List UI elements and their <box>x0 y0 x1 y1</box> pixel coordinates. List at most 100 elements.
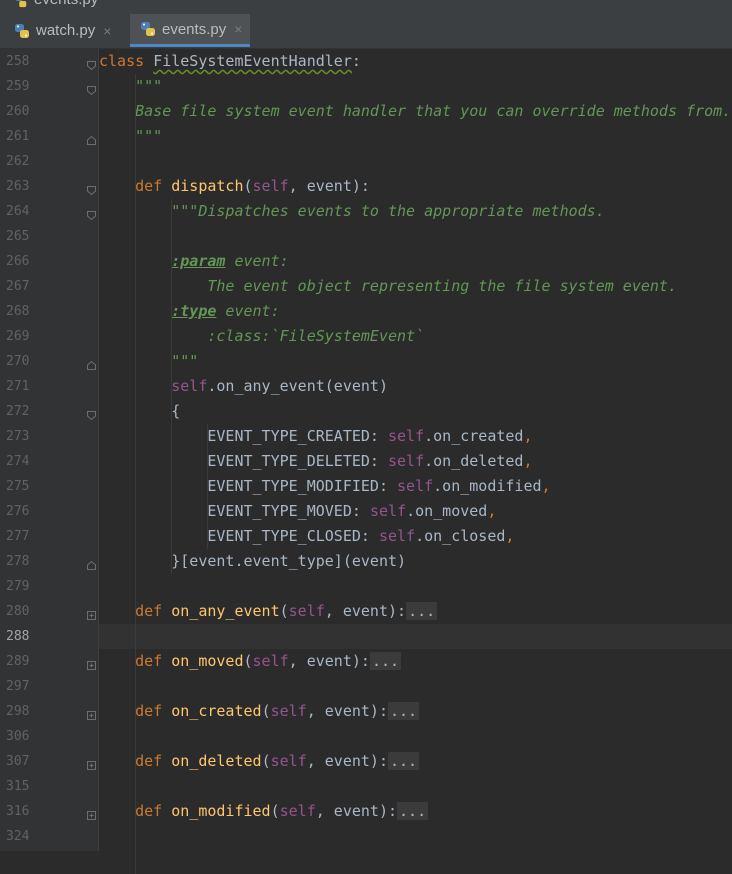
code-line[interactable]: 264 """Dispatches events to the appropri… <box>0 199 732 224</box>
code-line[interactable]: 278 }[event.event_type](event) <box>0 549 732 574</box>
code-token: def <box>135 652 172 670</box>
close-icon[interactable]: × <box>103 23 111 39</box>
code-text[interactable]: def dispatch(self, event): <box>99 174 370 199</box>
code-line[interactable]: 280 def on_any_event(self, event):... <box>0 599 732 624</box>
code-text[interactable]: """ <box>99 349 198 374</box>
tab-events-py[interactable]: events.py × <box>130 14 251 47</box>
code-token: .on_modified <box>433 477 542 495</box>
code-text[interactable]: EVENT_TYPE_MOVED: self.on_moved, <box>99 499 496 524</box>
code-text[interactable]: def on_any_event(self, event):... <box>99 599 438 624</box>
fold-collapse-icon[interactable] <box>86 556 97 570</box>
code-line[interactable]: 258 class FileSystemEventHandler: <box>0 49 732 74</box>
code-token: event: <box>225 252 289 270</box>
title-text: events.py <box>34 0 98 8</box>
code-line[interactable]: 274 EVENT_TYPE_DELETED: self.on_deleted, <box>0 449 732 474</box>
code-line[interactable]: 259 """ <box>0 74 732 99</box>
code-text[interactable]: """ <box>99 74 162 99</box>
code-token: , event): <box>288 652 370 670</box>
code-token: .on_any_event(event) <box>207 377 388 395</box>
code-line[interactable]: 267 The event object representing the fi… <box>0 274 732 299</box>
code-text[interactable]: { <box>99 399 180 424</box>
fold-expand-icon[interactable] <box>86 656 97 670</box>
code-text[interactable]: EVENT_TYPE_DELETED: self.on_deleted, <box>99 449 532 474</box>
fold-collapse-icon[interactable] <box>86 406 97 421</box>
code-line[interactable]: 268 :type event: <box>0 299 732 324</box>
fold-collapse-icon[interactable] <box>86 206 97 221</box>
code-line[interactable]: 316 def on_modified(self, event):... <box>0 799 732 824</box>
indent-guide <box>171 199 172 574</box>
code-text[interactable]: EVENT_TYPE_MODIFIED: self.on_modified, <box>99 474 551 499</box>
code-token: ... <box>388 702 420 720</box>
line-number: 297 <box>6 679 30 694</box>
code-token: def <box>135 177 172 195</box>
code-text[interactable]: def on_deleted(self, event):... <box>99 749 420 774</box>
code-line[interactable]: 272 { <box>0 399 732 424</box>
code-text[interactable]: :class:`FileSystemEvent` <box>99 324 424 349</box>
code-line[interactable]: 275 EVENT_TYPE_MODIFIED: self.on_modifie… <box>0 474 732 499</box>
code-line[interactable]: 306 <box>0 724 732 749</box>
code-line[interactable]: 279 <box>0 574 732 599</box>
code-text[interactable]: def on_moved(self, event):... <box>99 649 402 674</box>
code-token: , <box>541 477 551 495</box>
code-text[interactable]: The event object representing the file s… <box>99 274 677 299</box>
code-token: """Dispatches events to the appropriate … <box>171 202 605 220</box>
code-text[interactable]: }[event.event_type](event) <box>99 549 406 574</box>
code-line[interactable]: 324 <box>0 824 732 849</box>
code-line[interactable]: 260 Base file system event handler that … <box>0 99 732 124</box>
tab-watch-py[interactable]: watch.py × <box>8 14 117 47</box>
tab-label: watch.py <box>36 22 96 39</box>
code-text[interactable]: EVENT_TYPE_CLOSED: self.on_closed, <box>99 524 514 549</box>
fold-expand-icon[interactable] <box>86 806 97 820</box>
code-line[interactable]: 266 :param event: <box>0 249 732 274</box>
python-file-icon <box>15 23 29 38</box>
close-icon[interactable]: × <box>234 21 242 37</box>
code-token: ... <box>397 802 429 820</box>
code-text[interactable]: class FileSystemEventHandler: <box>99 49 361 74</box>
fold-collapse-icon[interactable] <box>86 181 97 196</box>
code-line[interactable]: 288 <box>0 624 732 649</box>
code-text[interactable]: def on_modified(self, event):... <box>99 799 429 824</box>
code-line[interactable]: 276 EVENT_TYPE_MOVED: self.on_moved, <box>0 499 732 524</box>
code-token: def <box>135 802 172 820</box>
code-text[interactable]: :param event: <box>99 249 289 274</box>
fold-collapse-icon[interactable] <box>86 81 97 96</box>
code-text[interactable]: :type event: <box>99 299 279 324</box>
line-number: 266 <box>6 254 30 269</box>
code-line[interactable]: 269 :class:`FileSystemEvent` <box>0 324 732 349</box>
code-token: : <box>351 52 361 70</box>
code-token: .on_deleted <box>424 452 524 470</box>
line-number: 275 <box>6 479 30 494</box>
fold-expand-icon[interactable] <box>86 756 97 770</box>
fold-collapse-icon[interactable] <box>86 356 97 370</box>
code-text[interactable]: """ <box>99 124 162 149</box>
code-line[interactable]: 265 <box>0 224 732 249</box>
line-number: 270 <box>6 354 30 369</box>
line-number: 265 <box>6 229 30 244</box>
fold-collapse-icon[interactable] <box>86 56 97 71</box>
code-line[interactable]: 289 def on_moved(self, event):... <box>0 649 732 674</box>
code-text[interactable]: self.on_any_event(event) <box>99 374 388 399</box>
code-line[interactable]: 262 <box>0 149 732 174</box>
code-line[interactable]: 273 EVENT_TYPE_CREATED: self.on_created, <box>0 424 732 449</box>
code-line[interactable]: 297 <box>0 674 732 699</box>
code-line[interactable]: 277 EVENT_TYPE_CLOSED: self.on_closed, <box>0 524 732 549</box>
code-text[interactable]: """Dispatches events to the appropriate … <box>99 199 605 224</box>
fold-collapse-icon[interactable] <box>86 131 97 145</box>
fold-expand-icon[interactable] <box>86 706 97 720</box>
code-line[interactable]: 263 def dispatch(self, event): <box>0 174 732 199</box>
code-line[interactable]: 271 self.on_any_event(event) <box>0 374 732 399</box>
code-line[interactable]: 261 """ <box>0 124 732 149</box>
code-token: FileSystemEventHandler <box>153 52 352 70</box>
code-line[interactable]: 315 <box>0 774 732 799</box>
code-text[interactable]: def on_created(self, event):... <box>99 699 420 724</box>
code-line[interactable]: 270 """ <box>0 349 732 374</box>
code-line[interactable]: 307 def on_deleted(self, event):... <box>0 749 732 774</box>
code-token: ( <box>243 177 253 195</box>
code-text[interactable]: Base file system event handler that you … <box>99 99 731 124</box>
fold-expand-icon[interactable] <box>86 606 97 620</box>
line-number: 324 <box>6 829 30 844</box>
code-text[interactable]: EVENT_TYPE_CREATED: self.on_created, <box>99 424 532 449</box>
code-line[interactable]: 298 def on_created(self, event):... <box>0 699 732 724</box>
